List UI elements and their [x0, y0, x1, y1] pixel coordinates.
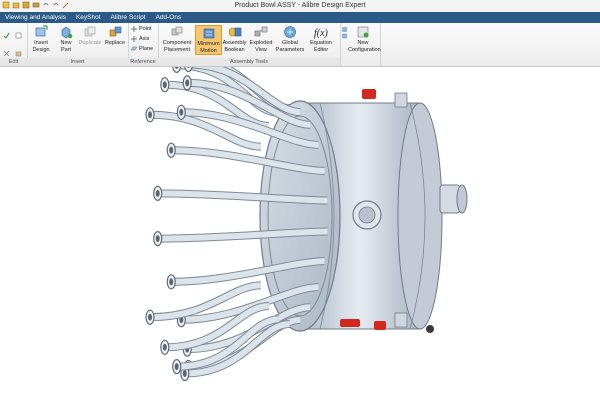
assembly-boolean-icon	[228, 27, 241, 37]
point-icon	[131, 26, 137, 32]
duplicate-label: Duplicate	[78, 40, 102, 46]
equation-editor-label-2: Editor	[313, 47, 329, 53]
pipe-inlet-bore	[174, 363, 179, 371]
drum-back-face[interactable]	[397, 102, 443, 330]
global-parameters-label-2: Parameters	[275, 47, 305, 53]
axis-button[interactable]: Axis	[131, 36, 149, 42]
new-part-button[interactable]: New Part	[56, 25, 76, 53]
tab-keyshot[interactable]: KeyShot	[71, 12, 106, 23]
pipe-inlet-bore	[169, 278, 174, 286]
clamp-bottom[interactable]	[340, 319, 360, 327]
plane-label: Plane	[139, 46, 154, 52]
global-parameters-icon	[284, 26, 296, 38]
minimum-motion-icon	[203, 28, 214, 39]
pipe-inlet-bore	[179, 108, 184, 116]
latch-knob[interactable]	[426, 325, 434, 333]
axis-label: Axis	[139, 36, 150, 42]
ribbon: Edit Insert Design New Part Duplicate Re…	[0, 23, 600, 75]
component-placement-icon	[171, 26, 183, 36]
minimum-motion-button[interactable]: Minimum Motion	[195, 25, 222, 55]
exploded-view-button[interactable]: Exploded View	[249, 25, 273, 53]
assembly-boolean-label-2: Boolean	[224, 47, 245, 53]
pipe-inlet-bore	[162, 343, 167, 351]
replace-label: Replace	[104, 40, 126, 46]
new-configuration-button[interactable]: New Configuration	[348, 25, 381, 53]
new-configuration-icon	[357, 26, 369, 38]
outlet-nozzle-face	[456, 184, 468, 214]
global-parameters-label-1: Global	[282, 40, 298, 46]
new-part-icon	[61, 26, 73, 39]
duplicate-button[interactable]: Duplicate	[78, 25, 102, 46]
pipe-inlet-bore	[148, 313, 152, 321]
duplicate-icon	[84, 26, 96, 37]
component-placement-label-1: Component	[162, 40, 192, 46]
pipe-inlet-bore	[155, 189, 160, 197]
group-label-insert: Insert	[27, 58, 128, 66]
new-configuration-label-2: Configuration	[348, 47, 381, 53]
group-configuration: New Configuration	[340, 23, 381, 66]
side-port-inner	[358, 206, 376, 224]
window-title: Product Bowl ASSY - Alibre Design Expert	[234, 2, 366, 9]
hinge-bracket-top	[394, 92, 408, 108]
tab-add-ons[interactable]: Add-Ons	[151, 12, 187, 23]
group-insert: Insert Design New Part Duplicate Replace	[27, 23, 129, 66]
point-button[interactable]: Point	[131, 26, 152, 32]
insert-design-label-2: Design	[32, 47, 50, 53]
new-part-label-2: Part	[60, 47, 72, 53]
copy-icon[interactable]	[15, 32, 22, 39]
pipe-inlet-bore	[182, 370, 187, 377]
group-assembly-tools: Component Placement Minimum Motion Assem…	[158, 23, 341, 66]
group-label-assembly-tools: Assembly Tools	[158, 58, 340, 66]
equation-editor-button[interactable]: f(x) Equation Editor	[307, 25, 335, 53]
minimum-motion-label-2: Motion	[200, 48, 217, 54]
assembly-model[interactable]	[0, 50, 600, 400]
pipe-inlet-bore	[185, 79, 190, 87]
minimum-motion-label-1: Minimum	[197, 41, 220, 47]
insert-design-button[interactable]: Insert Design	[30, 25, 52, 53]
group-reference: Point Axis Plane Reference	[128, 23, 159, 66]
delete-icon[interactable]	[3, 50, 10, 57]
replace-icon	[109, 26, 122, 37]
group-label-reference: Reference	[128, 58, 158, 66]
plane-button[interactable]: Plane	[131, 46, 153, 52]
component-placement-label-2: Placement	[164, 47, 190, 53]
pipe-inlet-bore	[155, 235, 160, 243]
pipe-inlet-bore	[148, 111, 152, 119]
3d-viewport[interactable]	[0, 50, 600, 400]
ribbon-tab-bar: Viewing and Analysis KeyShot Alibre Scri…	[0, 12, 600, 23]
tab-viewing-and-analysis[interactable]: Viewing and Analysis	[0, 12, 71, 23]
svg-text:f(x): f(x)	[314, 28, 329, 39]
hinge-bracket-bottom	[394, 312, 408, 328]
clamp-top[interactable]	[362, 89, 376, 99]
check-icon[interactable]	[3, 32, 10, 39]
assembly-boolean-button[interactable]: Assembly Boolean	[222, 25, 247, 53]
pipe-inlet-bore	[162, 81, 167, 89]
exploded-view-label-1: Exploded	[249, 40, 273, 46]
replace-button[interactable]: Replace	[104, 25, 126, 46]
clamp-bottom-right[interactable]	[374, 321, 386, 330]
plane-icon	[131, 46, 137, 51]
new-part-label-1: New	[60, 40, 72, 46]
point-label: Point	[139, 26, 152, 32]
insert-design-icon	[35, 25, 48, 37]
exploded-view-icon	[254, 26, 268, 37]
equation-editor-icon: f(x)	[314, 28, 329, 39]
pipe-inlet-bore	[169, 146, 174, 154]
axis-icon	[131, 36, 137, 42]
group-label-edit: Edit	[0, 58, 27, 66]
global-parameters-button[interactable]: Global Parameters	[275, 25, 305, 53]
insert-design-label-1: Insert	[34, 40, 48, 46]
assembly-boolean-label-1: Assembly	[222, 40, 247, 46]
tab-alibre-script[interactable]: Alibre Script	[106, 12, 151, 23]
paste-icon[interactable]	[15, 50, 22, 57]
new-configuration-label-1: New	[357, 40, 369, 46]
equation-editor-label-1: Equation	[310, 40, 332, 46]
component-placement-button[interactable]: Component Placement	[161, 25, 193, 53]
config-side-icons	[342, 27, 347, 39]
exploded-view-label-2: View	[255, 47, 267, 53]
group-edit: Edit	[0, 23, 28, 75]
